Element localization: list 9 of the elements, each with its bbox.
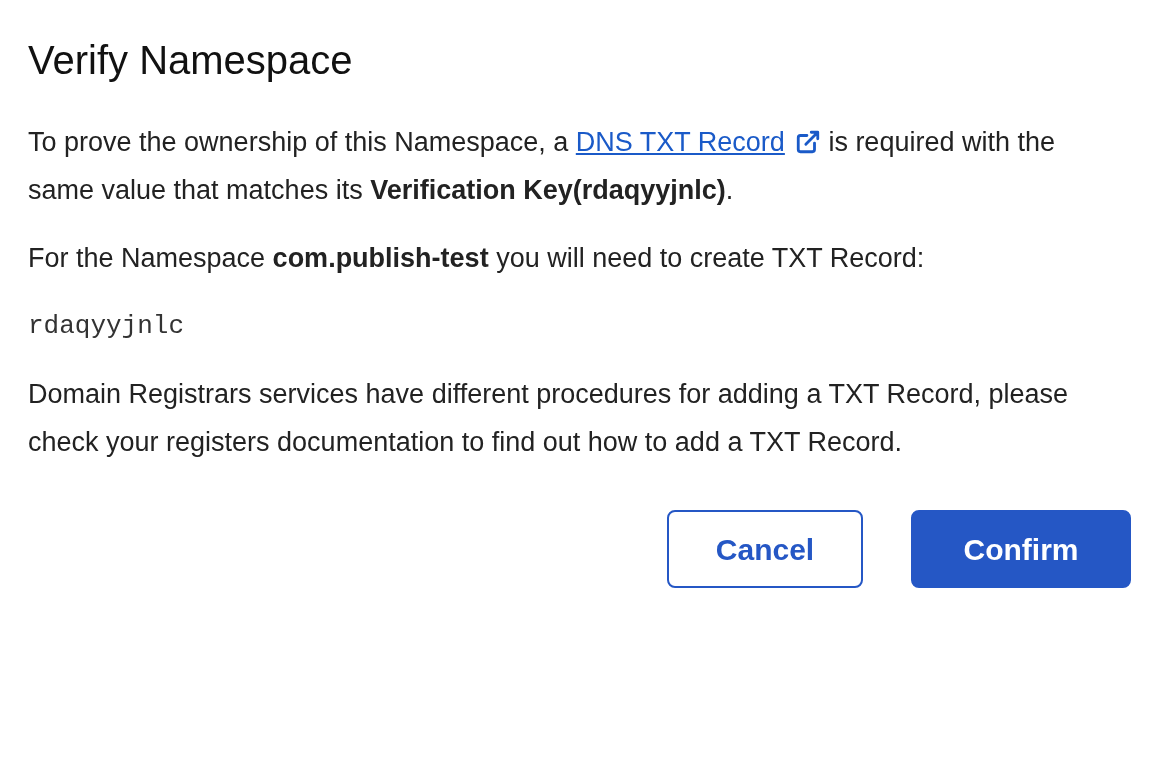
cancel-button[interactable]: Cancel	[667, 510, 863, 588]
record-value: rdaqyyjnlc	[28, 310, 186, 343]
confirm-button[interactable]: Confirm	[911, 510, 1131, 588]
instruction-text: For the Namespace com.publish-test you will need to create TXT Record:	[28, 242, 926, 275]
note-paragraph: Domain Registrars services have different procedures for adding a TXT Record, please check your registers documentation to find out how to add a TXT Record.	[28, 378, 1070, 459]
intro-paragraph: To prove the ownership of this Namespace, a DNS TXT Record is required with the same value that matches its Verification Key(rdaqyyjnlc).	[28, 118, 1132, 214]
dns-txt-record-link[interactable]: DNS TXT Record	[575, 118, 821, 166]
dialog-title: Verify Namespace	[28, 37, 354, 84]
external-link-icon	[794, 129, 821, 155]
